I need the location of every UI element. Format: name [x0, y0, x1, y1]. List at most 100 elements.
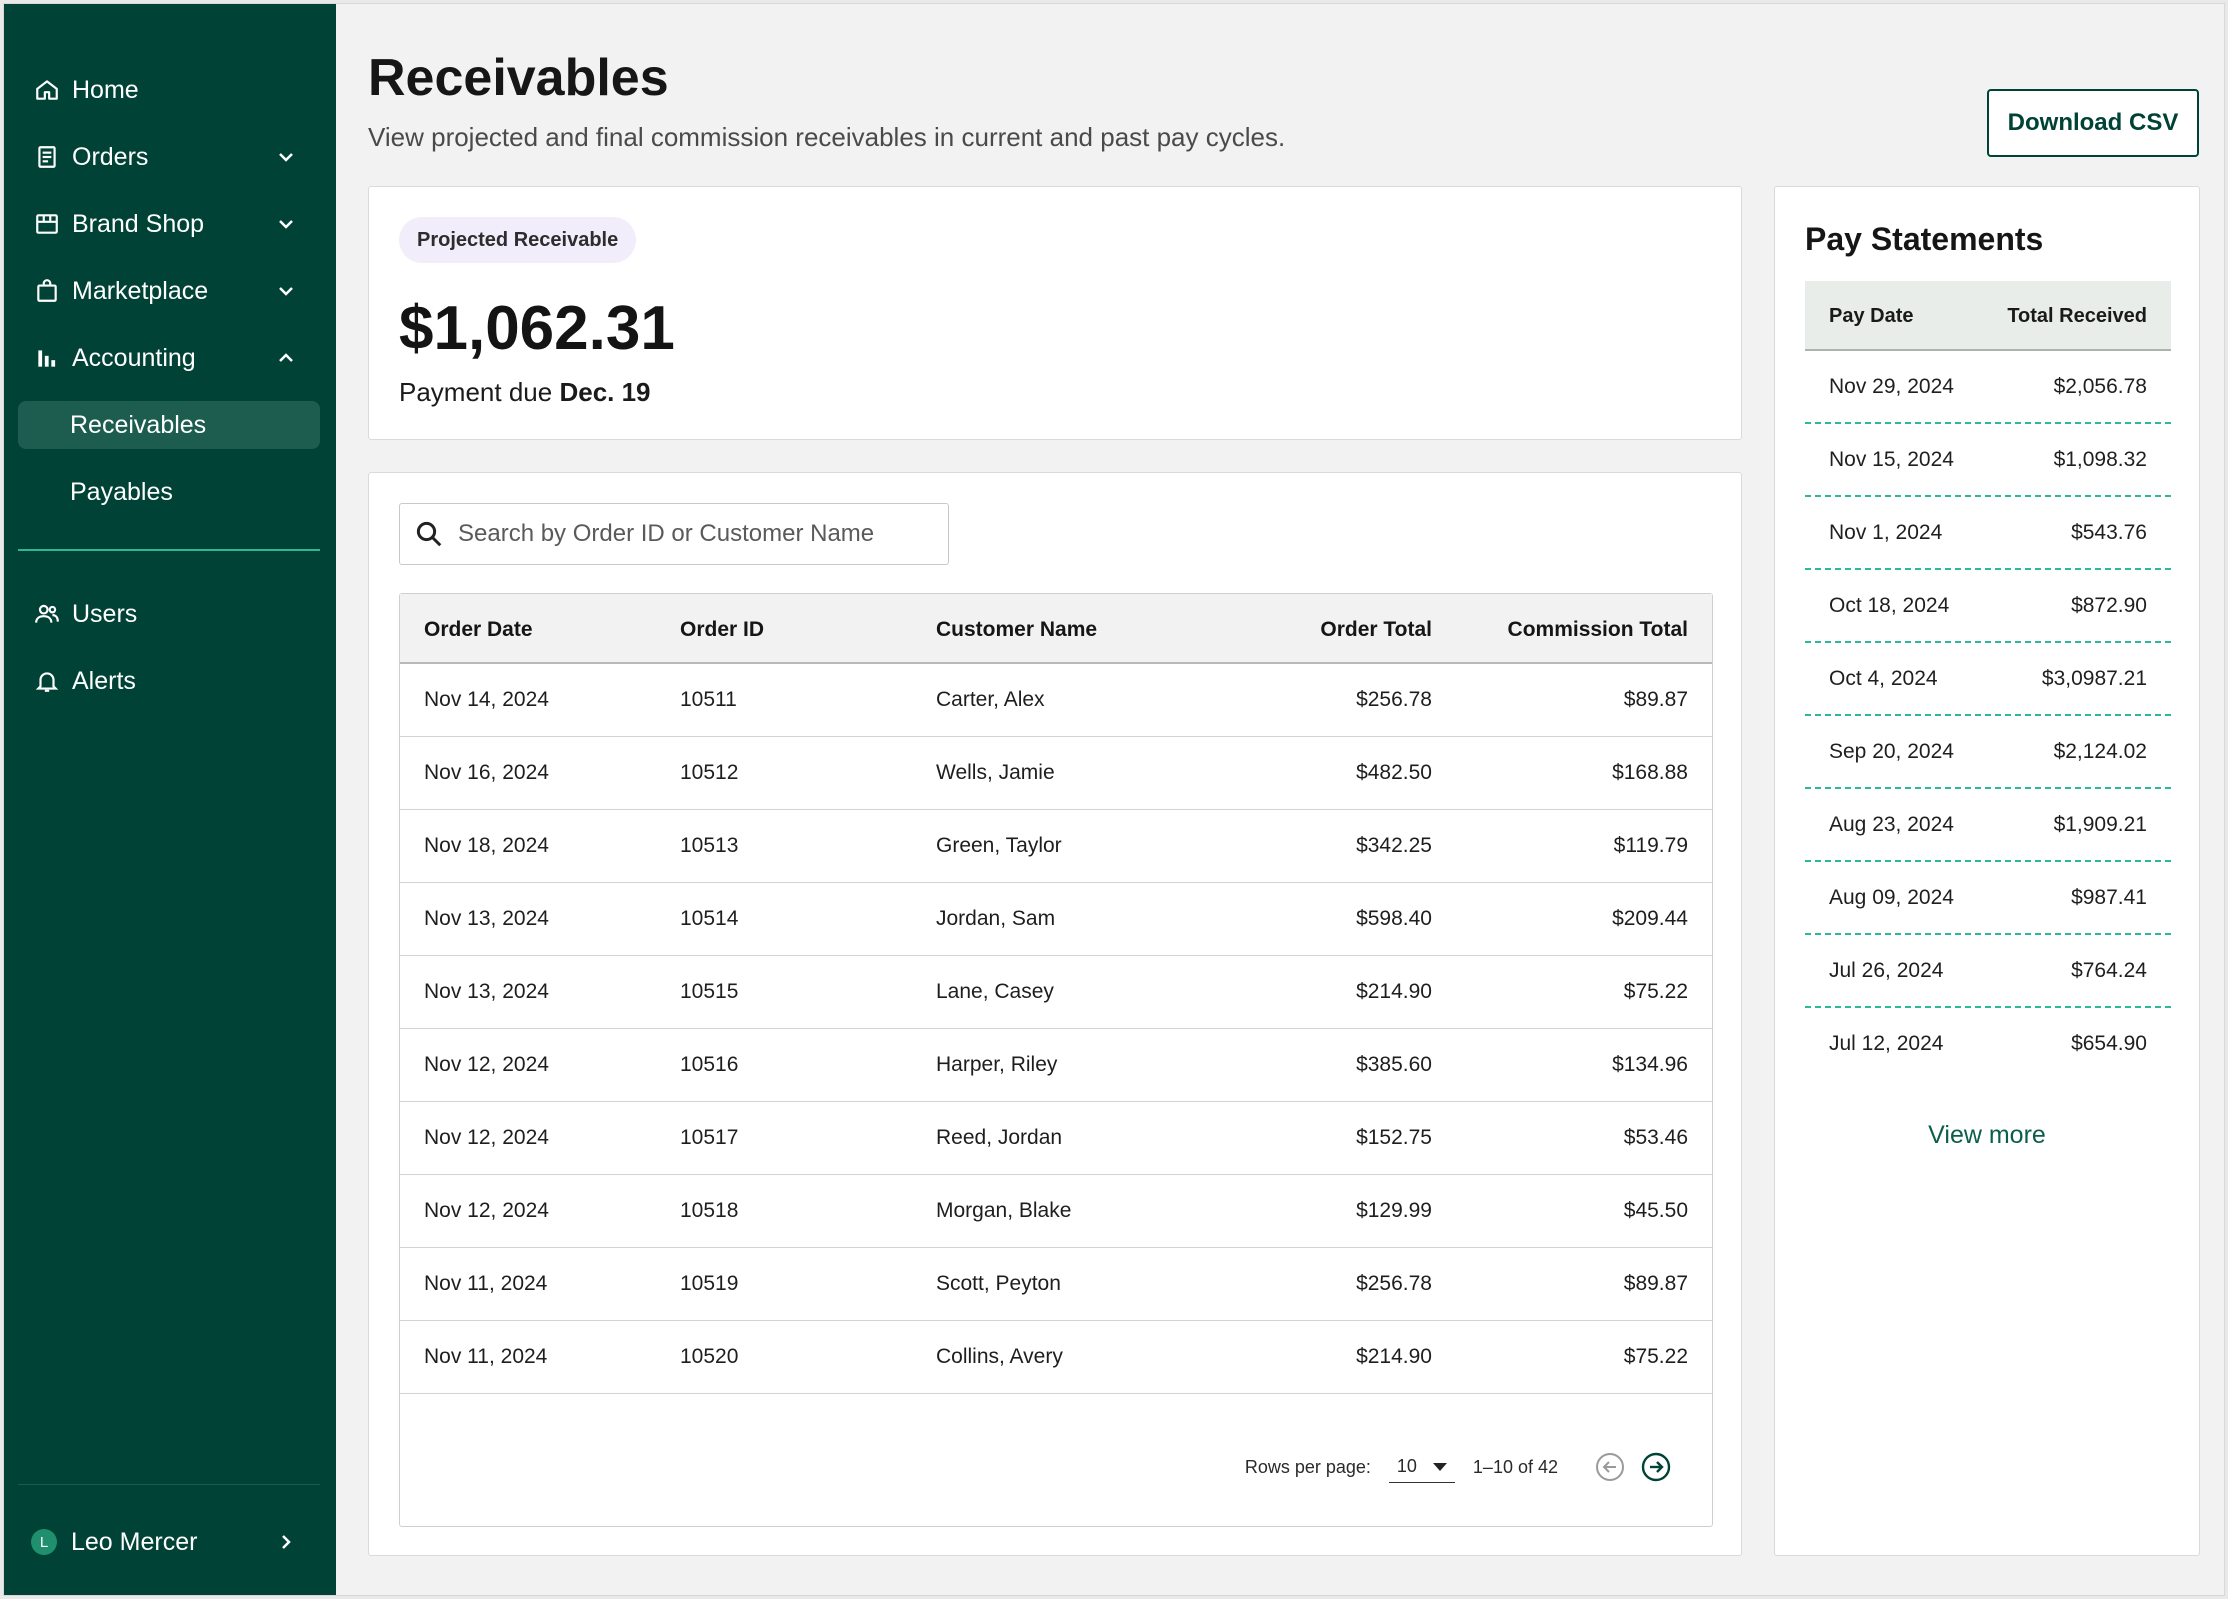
- pay-date-cell: Nov 29, 2024: [1829, 375, 1954, 398]
- order-total-cell: $256.78: [1356, 688, 1432, 711]
- pay-date-cell: Aug 23, 2024: [1829, 813, 1954, 836]
- search-input[interactable]: [458, 520, 938, 548]
- payment-due-label: Payment due: [399, 377, 553, 407]
- table-row[interactable]: Nov 12, 2024 10516 Harper, Riley $385.60…: [400, 1029, 1712, 1102]
- commission-total-cell: $75.22: [1623, 980, 1688, 1003]
- sidebar-item-label: Brand Shop: [72, 209, 205, 238]
- pay-statement-row[interactable]: Jul 26, 2024 $764.24: [1805, 935, 2171, 1008]
- chevron-down-icon: [279, 153, 293, 162]
- shopping-bag-icon: [32, 276, 62, 306]
- total-received-cell: $872.90: [2071, 594, 2147, 617]
- pay-statement-row[interactable]: Nov 1, 2024 $543.76: [1805, 497, 2171, 570]
- view-more-link[interactable]: View more: [1775, 1121, 2199, 1150]
- customer-name-cell: Scott, Peyton: [936, 1272, 1061, 1295]
- pay-date-cell: Nov 15, 2024: [1829, 448, 1954, 471]
- column-header-commission-total[interactable]: Commission Total: [1508, 618, 1688, 642]
- caret-down-icon: [1432, 1462, 1447, 1471]
- arrow-left-circle-icon: [1596, 1453, 1624, 1481]
- projected-receivable-card: Projected Receivable $1,062.31 Payment d…: [368, 186, 1742, 440]
- previous-page-button[interactable]: [1594, 1451, 1626, 1483]
- total-received-cell: $543.76: [2071, 521, 2147, 544]
- commission-total-cell: $168.88: [1612, 761, 1688, 784]
- order-total-cell: $385.60: [1356, 1053, 1432, 1076]
- order-total-cell: $482.50: [1356, 761, 1432, 784]
- payment-due: Payment due Dec. 19: [399, 377, 651, 408]
- order-date-cell: Nov 11, 2024: [424, 1345, 548, 1368]
- order-total-cell: $598.40: [1356, 907, 1432, 930]
- chevron-down-icon: [279, 287, 293, 296]
- sidebar-item-marketplace[interactable]: Marketplace: [18, 267, 320, 315]
- order-id-cell: 10519: [680, 1272, 739, 1295]
- sidebar-item-users[interactable]: Users: [18, 590, 320, 638]
- table-row[interactable]: Nov 13, 2024 10514 Jordan, Sam $598.40 $…: [400, 883, 1712, 956]
- order-id-cell: 10513: [680, 834, 739, 857]
- bell-icon: [32, 666, 62, 696]
- commission-total-cell: $89.87: [1623, 688, 1688, 711]
- order-date-cell: Nov 13, 2024: [424, 907, 549, 930]
- next-page-button[interactable]: [1640, 1451, 1672, 1483]
- order-id-cell: 10511: [680, 688, 737, 711]
- sidebar-item-payables[interactable]: Payables: [18, 468, 320, 516]
- pay-statement-row[interactable]: Nov 29, 2024 $2,056.78: [1805, 351, 2171, 424]
- sidebar-item-receivables[interactable]: Receivables: [18, 401, 320, 449]
- pay-statement-row[interactable]: Nov 15, 2024 $1,098.32: [1805, 424, 2171, 497]
- pay-date-cell: Oct 18, 2024: [1829, 594, 1950, 617]
- rows-per-page-select[interactable]: 10: [1388, 1451, 1455, 1483]
- commission-total-cell: $53.46: [1623, 1126, 1688, 1149]
- table-row[interactable]: Nov 14, 2024 10511 Carter, Alex $256.78 …: [400, 664, 1712, 737]
- pay-statements-header: Pay Date Total Received: [1805, 281, 2171, 351]
- total-received-cell: $764.24: [2071, 959, 2147, 982]
- total-received-cell: $3,0987.21: [2041, 667, 2147, 690]
- sidebar-item-brand-shop[interactable]: Brand Shop: [18, 200, 320, 248]
- page-title: Receivables: [368, 49, 669, 107]
- total-received-cell: $654.90: [2071, 1032, 2147, 1055]
- search-box: [399, 503, 949, 565]
- home-icon: [32, 75, 62, 105]
- customer-name-cell: Carter, Alex: [936, 688, 1045, 711]
- pay-statement-row[interactable]: Aug 09, 2024 $987.41: [1805, 862, 2171, 935]
- table-row[interactable]: Nov 16, 2024 10512 Wells, Jamie $482.50 …: [400, 737, 1712, 810]
- table-row[interactable]: Nov 12, 2024 10517 Reed, Jordan $152.75 …: [400, 1102, 1712, 1175]
- order-id-cell: 10517: [680, 1126, 739, 1149]
- pay-statement-row[interactable]: Jul 12, 2024 $654.90: [1805, 1008, 2171, 1081]
- column-header-order-total[interactable]: Order Total: [1320, 618, 1432, 642]
- pay-statement-row[interactable]: Oct 18, 2024 $872.90: [1805, 570, 2171, 643]
- sidebar-item-home[interactable]: Home: [18, 66, 320, 114]
- total-received-cell: $987.41: [2071, 886, 2147, 909]
- receipt-icon: [32, 142, 62, 172]
- sidebar: Home Orders Brand Shop Marketplace Accou…: [4, 4, 336, 1595]
- pagination: Rows per page: 10 1–10 of 42: [1245, 1450, 1672, 1484]
- order-id-cell: 10512: [680, 761, 739, 784]
- page-subtitle: View projected and final commission rece…: [368, 122, 1286, 152]
- column-header-order-date[interactable]: Order Date: [424, 618, 533, 642]
- sidebar-item-alerts[interactable]: Alerts: [18, 657, 320, 705]
- pay-date-cell: Jul 26, 2024: [1829, 959, 1944, 982]
- user-menu[interactable]: L Leo Mercer: [18, 1517, 320, 1567]
- sidebar-item-orders[interactable]: Orders: [18, 133, 320, 181]
- sidebar-item-accounting[interactable]: Accounting: [18, 334, 320, 382]
- chevron-down-icon: [279, 220, 293, 229]
- download-csv-button[interactable]: Download CSV: [1987, 89, 2199, 157]
- customer-name-cell: Collins, Avery: [936, 1345, 1063, 1368]
- order-id-cell: 10518: [680, 1199, 739, 1222]
- order-total-cell: $342.25: [1356, 834, 1432, 857]
- table-row[interactable]: Nov 13, 2024 10515 Lane, Casey $214.90 $…: [400, 956, 1712, 1029]
- sidebar-item-label: Alerts: [72, 666, 136, 695]
- pay-statement-row[interactable]: Aug 23, 2024 $1,909.21: [1805, 789, 2171, 862]
- pay-statement-row[interactable]: Sep 20, 2024 $2,124.02: [1805, 716, 2171, 789]
- footer-divider: [18, 1484, 320, 1485]
- column-header-order-id[interactable]: Order ID: [680, 618, 764, 642]
- order-date-cell: Nov 12, 2024: [424, 1053, 549, 1076]
- projected-amount: $1,062.31: [399, 294, 675, 363]
- sidebar-item-label: Payables: [70, 477, 173, 506]
- column-header-customer-name[interactable]: Customer Name: [936, 618, 1097, 642]
- customer-name-cell: Harper, Riley: [936, 1053, 1058, 1076]
- table-row[interactable]: Nov 18, 2024 10513 Green, Taylor $342.25…: [400, 810, 1712, 883]
- table-row[interactable]: Nov 12, 2024 10518 Morgan, Blake $129.99…: [400, 1175, 1712, 1248]
- table-row[interactable]: Nov 11, 2024 10519 Scott, Peyton $256.78…: [400, 1248, 1712, 1321]
- pay-date-cell: Oct 4, 2024: [1829, 667, 1938, 690]
- table-row[interactable]: Nov 11, 2024 10520 Collins, Avery $214.9…: [400, 1321, 1712, 1394]
- pay-date-cell: Sep 20, 2024: [1829, 740, 1954, 763]
- avatar: L: [31, 1529, 57, 1555]
- pay-statement-row[interactable]: Oct 4, 2024 $3,0987.21: [1805, 643, 2171, 716]
